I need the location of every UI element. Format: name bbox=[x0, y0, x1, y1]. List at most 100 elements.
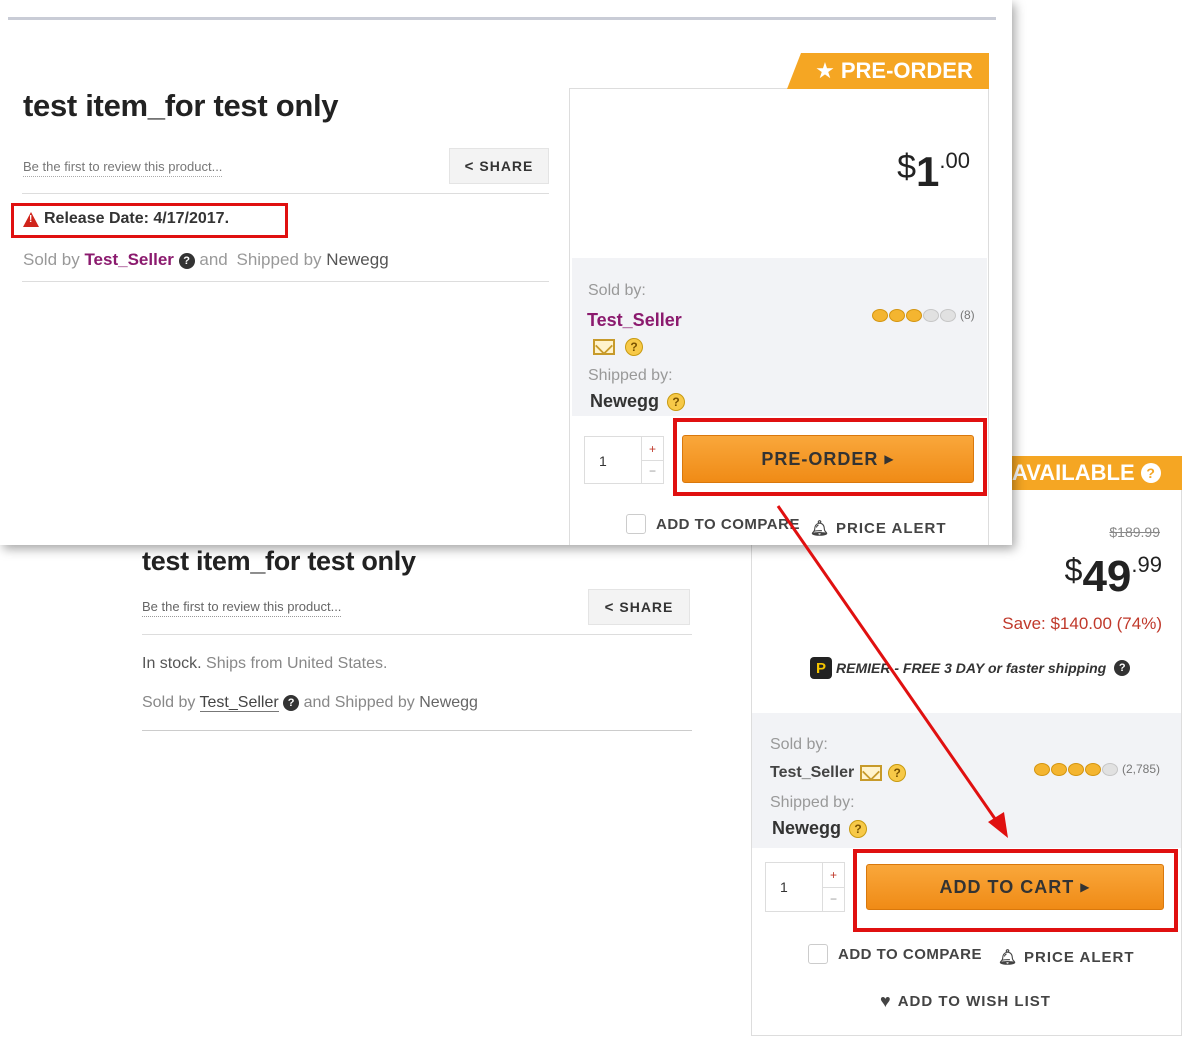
product-title: test item_for test only bbox=[142, 546, 416, 576]
sold-by-prefix: Sold by bbox=[23, 250, 80, 269]
rating-egg-icon bbox=[1085, 762, 1101, 776]
question-circle-icon[interactable]: ? bbox=[849, 819, 868, 838]
premier-shipping: P REMIER - FREE 3 DAY or faster shipping… bbox=[810, 657, 1131, 679]
top-divider bbox=[8, 17, 996, 20]
question-circle-icon[interactable]: ? bbox=[283, 694, 300, 711]
share-button[interactable]: < SHARE bbox=[588, 589, 690, 625]
share-button[interactable]: < SHARE bbox=[449, 148, 549, 184]
premier-text: REMIER - FREE 3 DAY or faster shipping bbox=[836, 660, 1107, 676]
sold-shipped-line: Sold by Test_Seller ? and Shipped by New… bbox=[142, 694, 478, 712]
seller-icons: ? bbox=[593, 338, 643, 356]
seller-link[interactable]: Test_Seller bbox=[770, 764, 854, 782]
shipper-name: Newegg bbox=[772, 818, 842, 838]
sold-by-label: Sold by: bbox=[770, 736, 828, 753]
compare-checkbox[interactable] bbox=[808, 944, 828, 964]
rating-egg-icon bbox=[923, 308, 939, 322]
question-circle-icon[interactable]: ? bbox=[178, 252, 195, 269]
question-circle-icon[interactable]: ? bbox=[625, 338, 643, 356]
availability-label: AVAILABLE bbox=[1012, 460, 1135, 485]
highlight-box-preorder bbox=[673, 418, 987, 496]
decrement-button[interactable]: − bbox=[641, 459, 663, 483]
shipped-by-label: Shipped by: bbox=[770, 794, 855, 811]
rating-count[interactable]: (8) bbox=[960, 308, 975, 322]
divider bbox=[142, 634, 692, 635]
quantity-value[interactable]: 1 bbox=[780, 879, 788, 895]
seller-link[interactable]: Test_Seller bbox=[199, 694, 279, 712]
bell-icon: 🔔︎ bbox=[810, 520, 831, 537]
price-alert-label: PRICE ALERT bbox=[836, 519, 947, 537]
share-icon: < bbox=[464, 157, 475, 175]
release-date-text: Release Date: 4/17/2017. bbox=[44, 210, 230, 227]
seller-link[interactable]: Test_Seller bbox=[84, 250, 173, 269]
divider bbox=[22, 281, 549, 282]
shipper-info: Newegg ? bbox=[590, 391, 686, 412]
increment-button[interactable]: + bbox=[641, 437, 663, 461]
warning-icon bbox=[23, 211, 39, 227]
add-to-wish-list-link[interactable]: ♥ ADD TO WISH LIST bbox=[880, 991, 1051, 1012]
sold-by-label: Sold by: bbox=[588, 282, 646, 299]
and-text: and bbox=[199, 250, 228, 269]
compare-checkbox[interactable] bbox=[626, 514, 646, 534]
envelope-icon[interactable] bbox=[593, 339, 615, 355]
shipper-info: Newegg ? bbox=[772, 818, 868, 839]
release-date: Release Date: 4/17/2017. bbox=[23, 210, 229, 228]
increment-button[interactable]: + bbox=[822, 863, 844, 888]
price-cents: .99 bbox=[1131, 552, 1162, 577]
savings-text: Save: $140.00 (74%) bbox=[1002, 614, 1162, 633]
quantity-stepper[interactable]: 1 + − bbox=[584, 436, 664, 484]
question-circle-icon[interactable]: ? bbox=[888, 764, 907, 782]
compare-label: ADD TO COMPARE bbox=[838, 945, 982, 963]
shipped-by-label: Shipped by: bbox=[588, 367, 673, 384]
add-to-compare[interactable]: ADD TO COMPARE bbox=[626, 514, 800, 534]
and-shipped-by-text: and Shipped by bbox=[303, 694, 415, 711]
current-price: $49.99 bbox=[1065, 552, 1162, 602]
wish-list-label: ADD TO WISH LIST bbox=[897, 993, 1051, 1010]
star-icon: ★ bbox=[815, 58, 835, 83]
seller-rating: (8) bbox=[872, 308, 975, 322]
price-cents: .00 bbox=[939, 148, 970, 173]
decrement-button[interactable]: − bbox=[822, 886, 844, 911]
premier-logo-icon: P bbox=[810, 657, 832, 679]
shipper-name: Newegg bbox=[419, 694, 478, 711]
quantity-stepper[interactable]: 1 + − bbox=[765, 862, 845, 912]
highlight-box-add-to-cart bbox=[853, 849, 1178, 932]
stock-status: In stock. Ships from United States. bbox=[142, 655, 387, 673]
sold-shipped-line: Sold by Test_Seller ? and Shipped by New… bbox=[23, 250, 389, 270]
quantity-value[interactable]: 1 bbox=[599, 453, 607, 469]
stock-text: In stock. bbox=[142, 655, 202, 672]
seller-link[interactable]: Test_Seller bbox=[587, 310, 682, 331]
heart-icon: ♥ bbox=[880, 991, 892, 1011]
question-circle-icon[interactable]: ? bbox=[667, 392, 686, 411]
question-circle-icon[interactable]: ? bbox=[1140, 463, 1161, 483]
price-alert-link[interactable]: 🔔︎ PRICE ALERT bbox=[810, 519, 947, 538]
shipped-by-prefix: Shipped by bbox=[236, 250, 322, 269]
product-title: test item_for test only bbox=[23, 88, 339, 123]
rating-egg-icon bbox=[1034, 762, 1050, 776]
rating-egg-icon bbox=[940, 308, 956, 322]
preorder-tag-label: PRE-ORDER bbox=[840, 58, 973, 83]
seller-info: Test_Seller ? bbox=[770, 764, 907, 782]
rating-count[interactable]: (2,785) bbox=[1122, 762, 1160, 776]
seller-rating: (2,785) bbox=[1034, 762, 1160, 776]
rating-egg-icon bbox=[1102, 762, 1118, 776]
shipper-name: Newegg bbox=[326, 250, 389, 269]
add-to-compare[interactable]: ADD TO COMPARE bbox=[808, 944, 982, 964]
price-alert-link[interactable]: 🔔︎ PRICE ALERT bbox=[998, 948, 1135, 967]
share-label: SHARE bbox=[619, 599, 674, 615]
divider bbox=[142, 730, 692, 731]
ships-from-text: Ships from United States. bbox=[206, 655, 388, 672]
rating-egg-icon bbox=[889, 308, 905, 322]
availability-tag: AVAILABLE ? bbox=[998, 456, 1182, 490]
divider bbox=[22, 193, 549, 194]
share-label: SHARE bbox=[479, 158, 534, 174]
sold-by-prefix: Sold by bbox=[142, 694, 196, 711]
price-currency: $ bbox=[1064, 552, 1083, 588]
compare-label: ADD TO COMPARE bbox=[656, 515, 800, 533]
review-link[interactable]: Be the first to review this product... bbox=[23, 159, 223, 177]
price-dollars: 49 bbox=[1082, 552, 1132, 601]
envelope-icon[interactable] bbox=[860, 765, 883, 781]
review-link[interactable]: Be the first to review this product... bbox=[142, 599, 342, 617]
original-price: $189.99 bbox=[1109, 524, 1160, 540]
question-circle-icon[interactable]: ? bbox=[1114, 660, 1131, 676]
bell-icon: 🔔︎ bbox=[998, 949, 1019, 966]
